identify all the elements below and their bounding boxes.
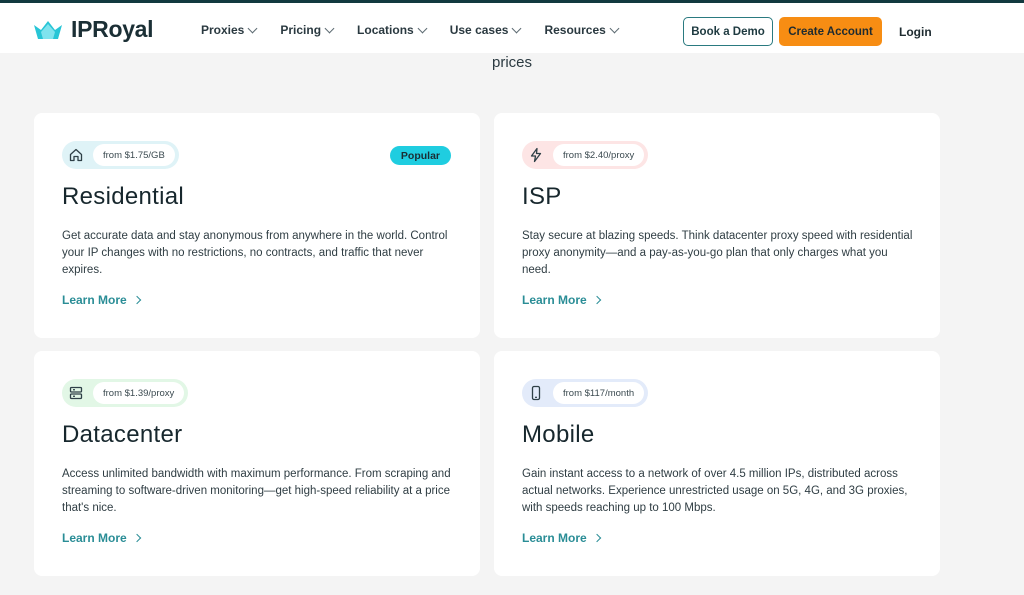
popular-badge: Popular: [389, 146, 451, 165]
home-icon: [65, 144, 87, 166]
nav-use-cases[interactable]: Use cases: [449, 23, 522, 37]
price-pill: from $117/month: [522, 379, 649, 407]
chevron-down-icon: [247, 23, 258, 33]
nav-proxies[interactable]: Proxies: [201, 23, 258, 37]
create-account-button[interactable]: Create Account: [779, 17, 882, 46]
chevron-down-icon: [324, 23, 335, 33]
chevron-right-icon: [592, 533, 601, 543]
login-link[interactable]: Login: [899, 25, 932, 39]
learn-more-label: Learn More: [62, 293, 127, 307]
lightning-icon: [525, 144, 547, 166]
price-label: from $2.40/proxy: [553, 144, 645, 166]
learn-more-link[interactable]: Learn More: [522, 293, 601, 307]
chevron-down-icon: [511, 23, 522, 33]
learn-more-label: Learn More: [522, 293, 587, 307]
price-label: from $1.39/proxy: [93, 382, 185, 404]
card-title: Datacenter: [62, 421, 183, 448]
server-icon: [65, 382, 87, 404]
brand-logo[interactable]: IPRoyal: [33, 16, 154, 43]
mobile-card: from $117/month Mobile Gain instant acce…: [494, 351, 940, 576]
nav-locations[interactable]: Locations: [357, 23, 428, 37]
card-description: Gain instant access to a network of over…: [522, 468, 908, 514]
top-navigation-bar: IPRoyal Proxies Pricing Locations Use ca…: [0, 0, 1024, 53]
chevron-right-icon: [592, 295, 601, 305]
chevron-down-icon: [417, 23, 428, 33]
chevron-right-icon: [132, 533, 141, 543]
price-label: from $1.75/GB: [93, 144, 175, 166]
chevron-right-icon: [132, 295, 141, 305]
learn-more-link[interactable]: Learn More: [62, 293, 141, 307]
card-description: Access unlimited bandwidth with maximum …: [62, 468, 451, 514]
chevron-down-icon: [609, 23, 620, 33]
nav-locations-label: Locations: [357, 23, 414, 37]
price-label: from $117/month: [553, 382, 645, 404]
section-subtitle: prices: [491, 54, 532, 71]
main-nav: Proxies Pricing Locations Use cases Reso…: [201, 23, 620, 37]
card-description: Get accurate data and stay anonymous fro…: [62, 230, 448, 276]
learn-more-label: Learn More: [62, 531, 127, 545]
brand-name: IPRoyal: [71, 16, 154, 42]
learn-more-link[interactable]: Learn More: [522, 531, 601, 545]
price-pill: from $1.75/GB: [62, 141, 179, 169]
price-pill: from $2.40/proxy: [522, 141, 649, 169]
isp-card: from $2.40/proxy ISP Stay secure at blaz…: [494, 113, 940, 338]
crown-logo-icon: [34, 20, 62, 39]
learn-more-link[interactable]: Learn More: [62, 531, 141, 545]
learn-more-label: Learn More: [522, 531, 587, 545]
nav-pricing[interactable]: Pricing: [280, 23, 335, 37]
nav-resources-label: Resources: [544, 23, 606, 37]
card-title: Residential: [62, 183, 185, 210]
card-description: Stay secure at blazing speeds. Think dat…: [522, 230, 913, 276]
card-title: Mobile: [522, 421, 595, 448]
card-title: ISP: [522, 183, 562, 210]
nav-resources[interactable]: Resources: [544, 23, 620, 37]
residential-card: from $1.75/GB Popular Residential Get ac…: [34, 113, 480, 338]
smartphone-icon: [525, 382, 547, 404]
datacenter-card: from $1.39/proxy Datacenter Access unlim…: [34, 351, 480, 576]
price-pill: from $1.39/proxy: [62, 379, 189, 407]
nav-use-cases-label: Use cases: [449, 23, 509, 37]
book-demo-button[interactable]: Book a Demo: [683, 17, 773, 46]
nav-pricing-label: Pricing: [280, 23, 322, 37]
nav-proxies-label: Proxies: [201, 23, 245, 37]
